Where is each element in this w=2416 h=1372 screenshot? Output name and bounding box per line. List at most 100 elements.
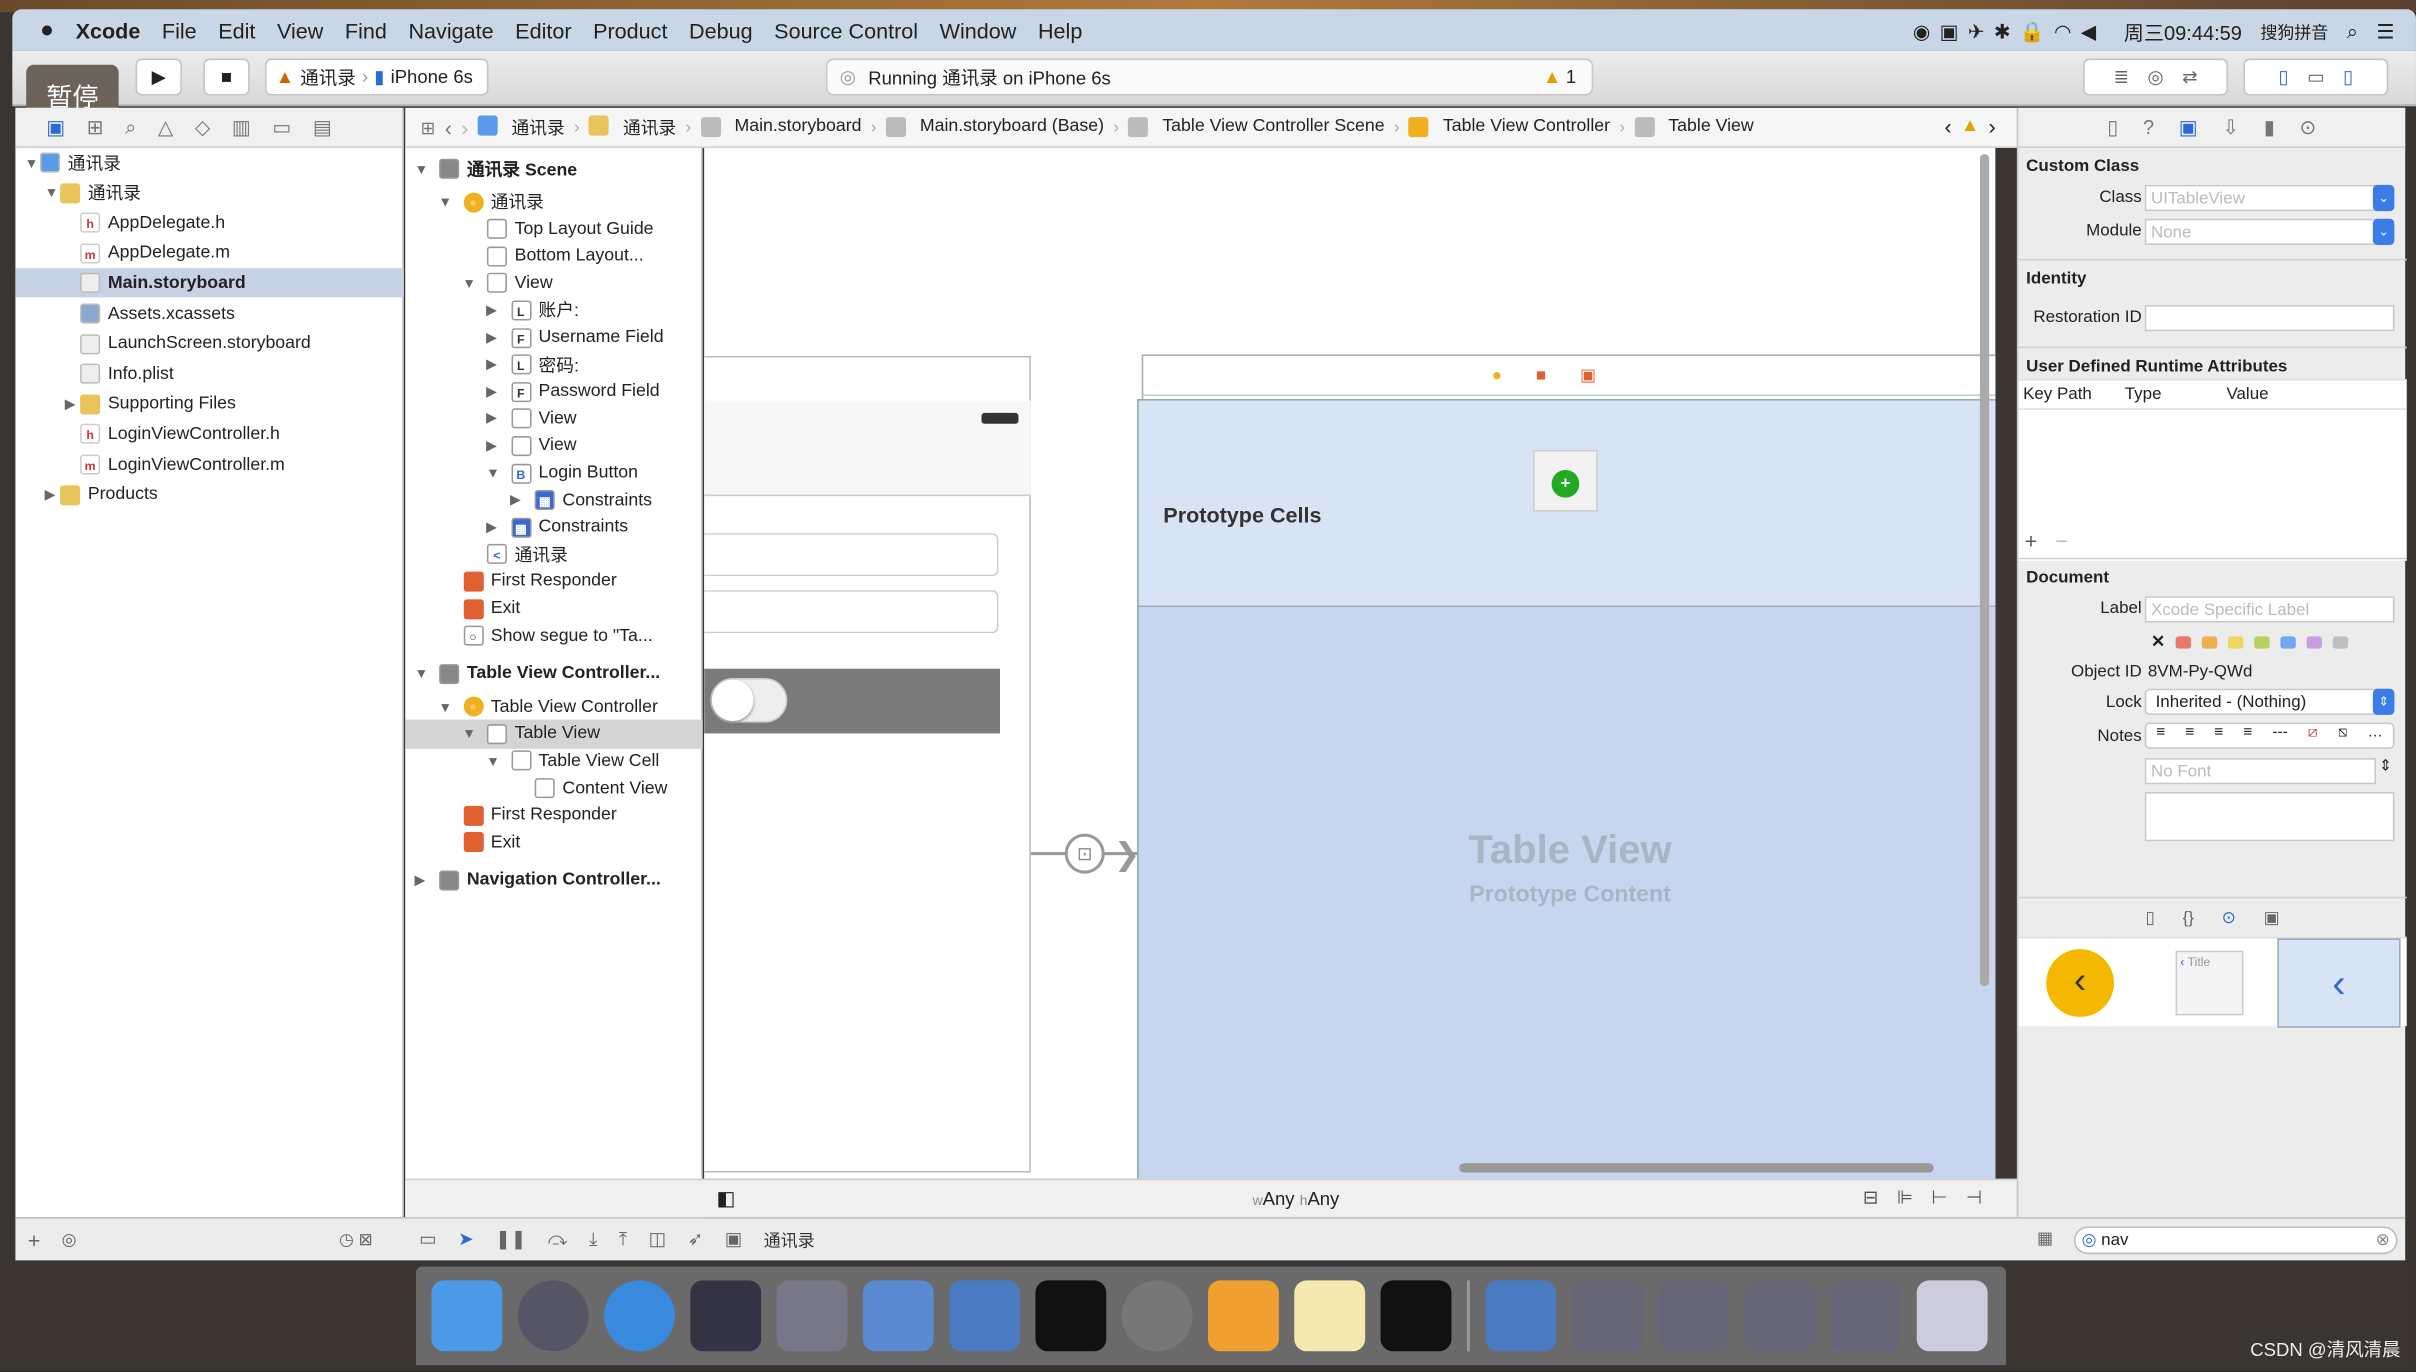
disclosure-open-icon[interactable]: ▼	[25, 155, 40, 170]
disclosure-icon[interactable]: ▼	[462, 275, 487, 290]
align-left-icon[interactable]: ≡	[2156, 724, 2165, 747]
prototype-cells-section[interactable]: Prototype Cells +	[1138, 400, 1996, 608]
video-app-icon[interactable]	[776, 1280, 848, 1352]
outline-item[interactable]: ▼ 通讯录 Scene	[405, 154, 702, 183]
breakpoints-toggle-icon[interactable]: ➤	[458, 1228, 474, 1253]
find-navigator-icon[interactable]: ⌕	[125, 115, 136, 140]
menu-debug[interactable]: Debug	[689, 18, 753, 43]
step-over-icon[interactable]: ⤼	[548, 1228, 568, 1253]
label-color-swatch[interactable]	[2333, 635, 2349, 648]
outline-item[interactable]: ▶ Navigation Controller...	[405, 866, 702, 895]
outline-item[interactable]: ▼ Table View Controller...	[405, 659, 702, 688]
login-scene[interactable]	[704, 355, 1031, 1173]
instruments-icon[interactable]	[949, 1280, 1021, 1352]
breadcrumb-item[interactable]: Table View	[1634, 117, 1754, 138]
media-library-icon[interactable]: ▣	[2264, 908, 2280, 927]
menu-edit[interactable]: Edit	[218, 18, 255, 43]
pause-icon[interactable]: ❚❚	[495, 1228, 526, 1253]
file-tree-item[interactable]: h AppDelegate.h	[15, 208, 403, 237]
apple-icon[interactable]: ●	[40, 17, 54, 43]
first-responder-icon[interactable]: ■	[1536, 366, 1546, 384]
scheme-selector[interactable]: ▲ 通讯录 › ▮ iPhone 6s	[265, 58, 489, 96]
clear-color-button[interactable]: ✕	[2151, 632, 2165, 651]
breadcrumb-item[interactable]: Table View Controller Scene	[1128, 117, 1385, 138]
menu-source-control[interactable]: Source Control	[774, 18, 918, 43]
library-grid-icon[interactable]: ▦	[2037, 1228, 2053, 1248]
outline-item[interactable]: ■ Exit	[405, 828, 702, 857]
add-file-button[interactable]: +	[28, 1228, 41, 1253]
breakpoint-navigator-icon[interactable]: ▭	[272, 115, 291, 140]
disclosure-icon[interactable]: ▼	[438, 194, 463, 209]
menu-xcode[interactable]: Xcode	[76, 18, 141, 43]
outline-item[interactable]: ▶ ▦ Constraints	[405, 513, 702, 542]
clear-filter-icon[interactable]: ⊗	[2376, 1228, 2390, 1253]
library-item-back-button[interactable]: ‹	[2046, 949, 2114, 1017]
notes-icon[interactable]	[1294, 1280, 1366, 1352]
breadcrumb-item[interactable]: Table View Controller	[1409, 117, 1610, 138]
issue-navigator-icon[interactable]: △	[158, 115, 173, 140]
label-color-swatch[interactable]	[2306, 635, 2323, 648]
menu-navigate[interactable]: Navigate	[408, 18, 493, 43]
table-view-controller-scene[interactable]: ● ■ ▣ Prototype Cells + Table View Proto…	[1137, 354, 1996, 1179]
outline-item[interactable]: ▶ F Password Field	[405, 377, 702, 406]
file-tree-item[interactable]: Info.plist	[15, 359, 403, 388]
file-tree-item[interactable]: ▼ 通讯录	[15, 148, 403, 177]
file-tree-item[interactable]: ▶ Products	[15, 480, 403, 509]
outline-item[interactable]: ▼ B Login Button	[405, 458, 702, 487]
quicktime-icon[interactable]	[1485, 1280, 1557, 1352]
minimized-window-1[interactable]	[1571, 1280, 1643, 1352]
disclosure-icon[interactable]: ▼	[462, 726, 487, 741]
restoration-id-field[interactable]	[2144, 305, 2395, 332]
outline-item[interactable]: Bottom Layout...	[405, 241, 702, 270]
breadcrumb-item[interactable]: 通讯录	[477, 114, 565, 140]
related-items-icon[interactable]: ⊞	[421, 116, 436, 137]
back-button[interactable]: ‹	[445, 115, 452, 140]
lock-stepper-icon[interactable]: ⇕	[2372, 688, 2395, 715]
file-tree-item[interactable]: LaunchScreen.storyboard	[15, 329, 403, 358]
outline-item[interactable]: ▶ View	[405, 431, 702, 460]
spotlight-icon[interactable]: ⌕	[2347, 19, 2358, 44]
disclosure-icon[interactable]: ▼	[486, 465, 511, 480]
notification-center-icon[interactable]: ☰	[2376, 19, 2394, 44]
toggle-outline-icon[interactable]: ◧	[716, 1186, 735, 1211]
class-dropdown-button[interactable]: ⌄	[2372, 184, 2395, 212]
minimized-window-3[interactable]	[1744, 1280, 1816, 1352]
standard-editor-icon[interactable]: ≣	[2113, 66, 2129, 88]
file-tree-item[interactable]: m AppDelegate.m	[15, 239, 403, 268]
size-inspector-icon[interactable]: ▮	[2264, 115, 2275, 140]
file-tree-item[interactable]: Assets.xcassets	[15, 299, 403, 328]
disclosure-icon[interactable]: ▶	[510, 492, 535, 509]
warning-icon[interactable]: ▲	[1961, 114, 1979, 139]
outline-item[interactable]: ▼ ● Table View Controller	[405, 692, 702, 721]
menu-help[interactable]: Help	[1038, 18, 1082, 43]
disclosure-icon[interactable]: ▼	[414, 161, 439, 176]
menu-find[interactable]: Find	[345, 18, 387, 43]
step-in-icon[interactable]: ⤓	[589, 1228, 597, 1253]
font-stepper-icon[interactable]: ⇕	[2379, 758, 2392, 775]
file-tree-item[interactable]: m LoginViewController.m	[15, 450, 403, 479]
outline-item[interactable]: ▼ Table View Cell	[405, 746, 702, 775]
terminal-icon[interactable]	[1035, 1280, 1107, 1352]
disclosure-icon[interactable]: ▼	[486, 753, 511, 768]
menu-window[interactable]: Window	[940, 18, 1017, 43]
hide-debug-area-icon[interactable]: ▭	[419, 1228, 436, 1253]
document-label-field[interactable]: Xcode Specific Label	[2144, 596, 2395, 623]
run-button[interactable]: ▶	[135, 58, 182, 96]
panel-toggles[interactable]: ▯ ▭ ▯	[2243, 58, 2389, 96]
pin-icon[interactable]: ⊢	[1931, 1186, 1947, 1208]
breadcrumb-item[interactable]: Main.storyboard (Base)	[885, 117, 1104, 138]
attributes-inspector-icon[interactable]: ⇩	[2222, 115, 2239, 140]
recent-files-icon[interactable]: ◷ ⊠	[339, 1230, 373, 1249]
segue-icon[interactable]: ⊡	[1064, 833, 1105, 874]
align-center-icon[interactable]: ≡	[2185, 724, 2194, 747]
size-class-control[interactable]: wAny hAny	[1253, 1188, 1340, 1210]
outline-item[interactable]: ■ First Responder	[405, 567, 702, 596]
library-item-navigation-controller[interactable]: ‹	[2277, 938, 2401, 1028]
disclosure-icon[interactable]: ▼	[414, 666, 439, 681]
disclosure-icon[interactable]: ▼	[438, 699, 463, 714]
outline-item[interactable]: ▶ F Username Field	[405, 323, 702, 352]
minimized-window-4[interactable]	[1830, 1280, 1902, 1352]
test-navigator-icon[interactable]: ◇	[195, 115, 210, 140]
file-inspector-icon[interactable]: ▯	[2107, 115, 2118, 140]
exit-icon[interactable]: ▣	[1580, 365, 1596, 385]
